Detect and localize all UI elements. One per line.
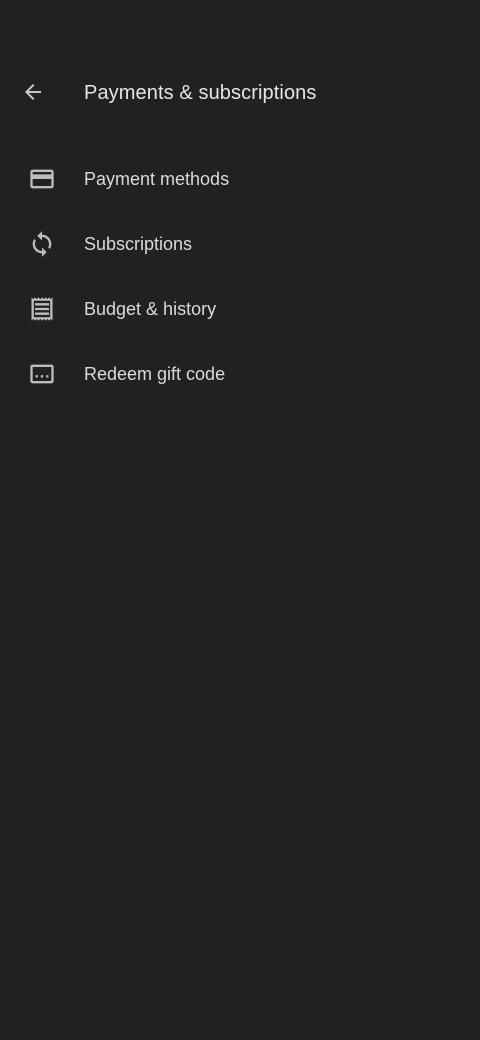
menu-item-label: Redeem gift code	[84, 363, 226, 384]
menu-item-subscriptions[interactable]: Subscriptions	[0, 211, 480, 276]
payments-subscriptions-screen: Payments & subscriptions Payment methods…	[0, 0, 480, 1040]
sync-icon	[28, 230, 56, 258]
arrow-back-icon	[21, 80, 45, 104]
credit-card-icon	[28, 165, 56, 193]
app-bar: Payments & subscriptions	[0, 60, 480, 126]
gift-code-icon	[28, 360, 56, 388]
menu-item-budget-history[interactable]: Budget & history	[0, 276, 480, 341]
menu-list: Payment methods Subscriptions Budget & h…	[0, 146, 480, 406]
menu-item-label: Subscriptions	[84, 233, 193, 254]
menu-item-payment-methods[interactable]: Payment methods	[0, 146, 480, 211]
menu-item-label: Payment methods	[84, 168, 230, 189]
page-title: Payments & subscriptions	[84, 82, 317, 104]
back-button[interactable]	[10, 69, 56, 115]
menu-item-label: Budget & history	[84, 298, 217, 319]
receipt-icon	[28, 295, 56, 323]
menu-item-redeem-gift-code[interactable]: Redeem gift code	[0, 341, 480, 406]
